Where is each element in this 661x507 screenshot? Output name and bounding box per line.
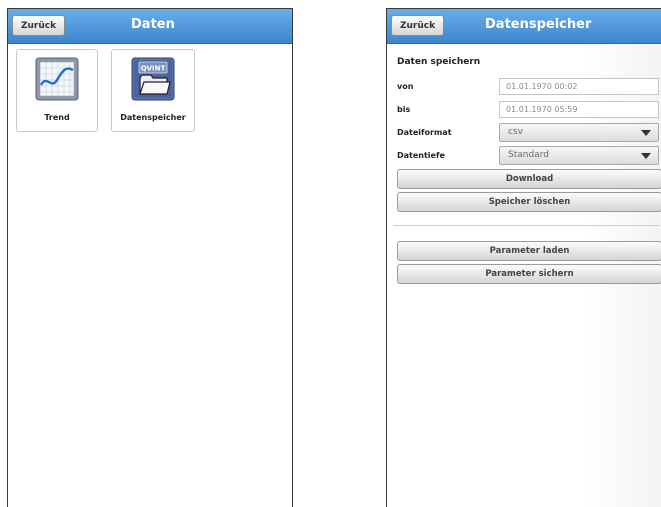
bis-field[interactable]: 01.01.1970 05:59	[499, 101, 659, 118]
dateiformat-label: Dateiformat	[397, 128, 452, 137]
dateiformat-value: csv	[508, 127, 523, 137]
von-label: von	[397, 82, 414, 91]
title-bar: Zurück Daten	[8, 9, 292, 44]
trend-tile[interactable]: Trend	[16, 49, 98, 132]
trend-chart-icon	[34, 56, 80, 102]
page-title: Datenspeicher	[485, 17, 592, 32]
clear-storage-button[interactable]: Speicher löschen	[397, 192, 661, 212]
daten-screen: Zurück Daten Trend QVINT Datenspeicher	[7, 8, 293, 507]
datentiefe-value: Standard	[508, 150, 549, 160]
datenspeicher-tile-label: Datenspeicher	[120, 113, 186, 122]
back-button[interactable]: Zurück	[12, 15, 66, 36]
title-bar: Zurück Datenspeicher	[387, 9, 661, 44]
von-field[interactable]: 01.01.1970 00:02	[499, 78, 659, 95]
datentiefe-label: Datentiefe	[397, 151, 445, 160]
chevron-down-icon	[641, 153, 651, 159]
trend-tile-label: Trend	[44, 113, 70, 122]
divider	[393, 225, 660, 226]
content-area: Daten speichern von 01.01.1970 00:02 bis…	[387, 44, 661, 507]
qvint-folder-icon: QVINT	[130, 56, 176, 102]
download-button[interactable]: Download	[397, 169, 661, 189]
section-title: Daten speichern	[397, 57, 481, 67]
dateiformat-select[interactable]: csv	[499, 123, 659, 142]
chevron-down-icon	[641, 130, 651, 136]
datentiefe-select[interactable]: Standard	[499, 146, 659, 165]
back-button[interactable]: Zurück	[391, 15, 445, 36]
qvint-logo-text: QVINT	[141, 65, 166, 73]
page-title: Daten	[131, 17, 175, 32]
datenspeicher-tile[interactable]: QVINT Datenspeicher	[111, 49, 195, 132]
save-parameters-button[interactable]: Parameter sichern	[397, 264, 661, 284]
load-parameters-button[interactable]: Parameter laden	[397, 241, 661, 261]
datenspeicher-screen: Zurück Datenspeicher Daten speichern von…	[386, 8, 661, 507]
bis-label: bis	[397, 105, 411, 114]
